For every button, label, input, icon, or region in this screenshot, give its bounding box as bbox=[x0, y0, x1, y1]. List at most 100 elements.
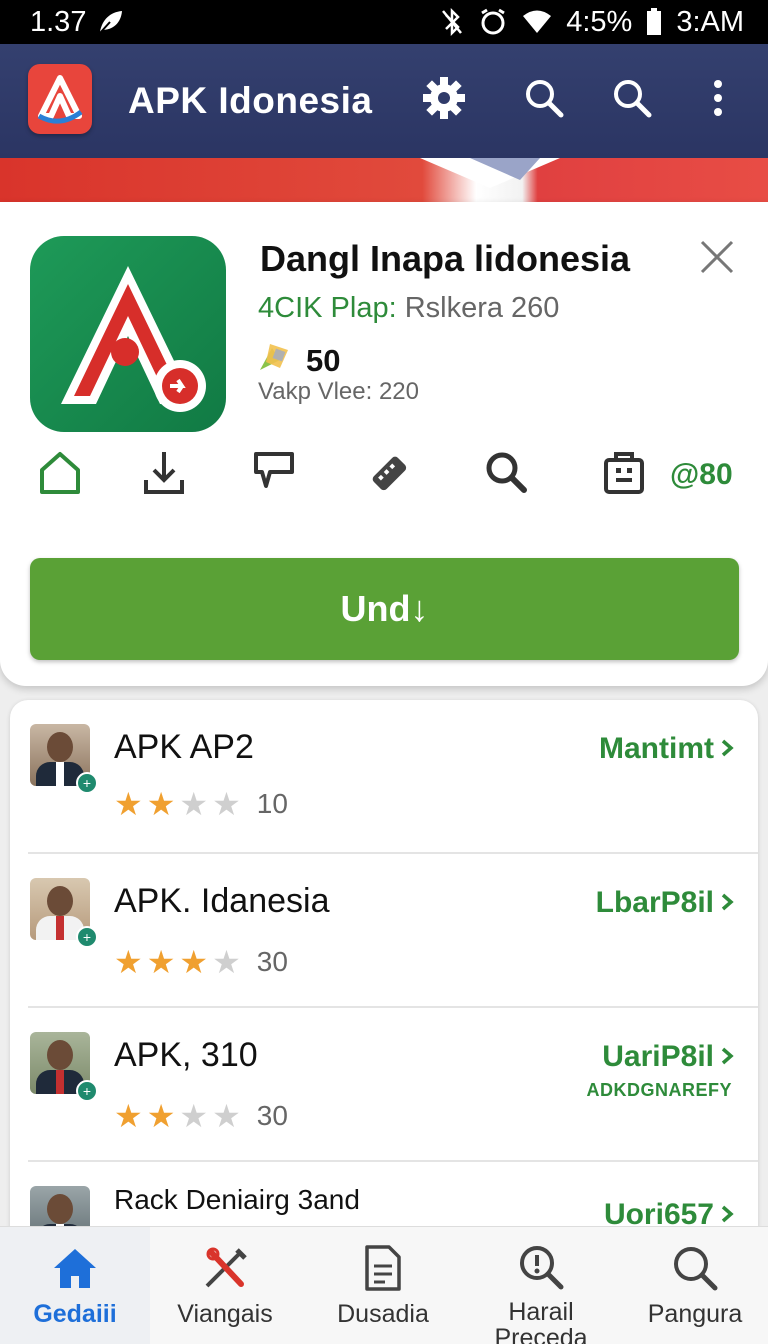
home-action[interactable] bbox=[32, 446, 88, 502]
star-icon: ★ bbox=[179, 944, 209, 980]
nav-item-tools[interactable]: Viangais bbox=[150, 1227, 300, 1344]
star-rating: ★ ★ ★ ★ 10 bbox=[114, 788, 288, 820]
usb-action[interactable] bbox=[360, 446, 416, 502]
bluetooth-off-icon bbox=[440, 8, 464, 36]
app-logo[interactable] bbox=[28, 64, 92, 134]
search-icon bbox=[670, 1243, 720, 1293]
developer-name[interactable]: 4CIK Plap: bbox=[258, 292, 397, 324]
rating-badge-icon bbox=[258, 340, 292, 382]
list-item-title: APK AP2 bbox=[114, 728, 254, 766]
comment-icon bbox=[252, 448, 296, 501]
nav-item-search[interactable]: Pangura bbox=[620, 1227, 768, 1344]
action-count[interactable]: @80 bbox=[670, 458, 733, 492]
list-item-title: APK, 310 bbox=[114, 1036, 258, 1074]
wifi-icon bbox=[522, 9, 552, 35]
list-item-action[interactable]: UariP8il bbox=[602, 1040, 734, 1074]
nav-label: Gedaiii bbox=[33, 1300, 117, 1328]
screen: 1.37 4:5% 3:AM APK Idonesia Dangl Inapa … bbox=[0, 0, 768, 1344]
nav-item-search-info[interactable]: Harail Preceda bbox=[466, 1227, 616, 1344]
nav-label: Viangais bbox=[177, 1300, 273, 1328]
rating-count: 10 bbox=[256, 788, 288, 819]
bag-icon bbox=[602, 448, 646, 501]
star-icon: ★ bbox=[212, 1098, 241, 1134]
home-icon bbox=[50, 1243, 100, 1293]
status-clock: 3:AM bbox=[676, 5, 744, 38]
chevron-right-icon bbox=[720, 886, 734, 920]
chevron-right-icon bbox=[720, 1040, 734, 1074]
nav-label: Dusadia bbox=[337, 1300, 429, 1328]
star-icon: ★ bbox=[146, 1098, 176, 1134]
list-item[interactable]: + APK, 310 ★ ★ ★ ★ 30 UariP8il ADKDGNARE… bbox=[10, 1008, 758, 1162]
overflow-menu-button[interactable] bbox=[694, 76, 742, 124]
settings-button[interactable] bbox=[420, 76, 468, 124]
home-icon bbox=[36, 448, 84, 501]
star-icon: ★ bbox=[212, 786, 241, 822]
star-icon: ★ bbox=[114, 1098, 143, 1134]
rating-value: 50 bbox=[306, 343, 341, 378]
search-info-icon bbox=[516, 1243, 566, 1291]
more-vert-icon bbox=[712, 78, 724, 123]
list-item-action-label: Mantimt bbox=[599, 732, 714, 765]
rating-count: 30 bbox=[256, 1100, 288, 1131]
tools-icon bbox=[200, 1243, 250, 1293]
alarm-icon bbox=[478, 7, 508, 37]
list-item-action-label: LbarP8il bbox=[595, 886, 714, 919]
status-time: 1.37 bbox=[30, 5, 87, 38]
nav-item-home[interactable]: Gedaiii bbox=[0, 1227, 150, 1344]
settings-icon bbox=[421, 75, 467, 126]
list-item[interactable]: + APK AP2 ★ ★ ★ ★ 10 Mantimt bbox=[10, 700, 758, 854]
list-item[interactable]: + APK. Idanesia ★ ★ ★ ★ 30 LbarP8il bbox=[10, 854, 758, 1008]
app-meta: Vakp Vlee: 220 bbox=[258, 378, 420, 405]
battery-percent: 4:5% bbox=[566, 5, 633, 38]
list-item-action[interactable]: LbarP8il bbox=[596, 886, 734, 920]
star-icon: ★ bbox=[179, 1098, 209, 1134]
app-detail-title: Dangl Inapa lidonesia bbox=[260, 238, 631, 279]
star-icon: ★ bbox=[146, 786, 176, 822]
app-title: APK Idonesia bbox=[128, 80, 373, 121]
search-action[interactable] bbox=[478, 446, 534, 502]
search-icon bbox=[484, 450, 528, 499]
list-item-title: APK. Idanesia bbox=[114, 882, 330, 920]
nav-item-documents[interactable]: Dusadia bbox=[308, 1227, 458, 1344]
bag-action[interactable] bbox=[596, 446, 652, 502]
star-icon: ★ bbox=[179, 786, 209, 822]
avatar: + bbox=[30, 724, 98, 794]
star-icon: ★ bbox=[114, 786, 143, 822]
comment-action[interactable] bbox=[246, 446, 302, 502]
app-developer: 4CIK Plap: Rslkera 260 bbox=[258, 292, 559, 325]
download-action[interactable] bbox=[136, 446, 192, 502]
app-bar: APK Idonesia bbox=[0, 44, 768, 158]
developer-extra: Rslkera 260 bbox=[396, 292, 560, 324]
nav-label: Harail Preceda bbox=[494, 1298, 588, 1344]
avatar: + bbox=[30, 1032, 98, 1102]
list-item-action[interactable]: Mantimt bbox=[599, 732, 734, 766]
list-item-title: Rack Deniairg 3and bbox=[114, 1184, 360, 1215]
app-rating: 50 bbox=[258, 340, 340, 382]
rating-count: 30 bbox=[256, 946, 288, 977]
bottom-navigation: Gedaiii Viangais Dusadia Harail Preceda … bbox=[0, 1226, 768, 1344]
search-button[interactable] bbox=[520, 76, 568, 124]
nav-label: Pangura bbox=[647, 1300, 743, 1328]
list-item-action-label: UariP8il bbox=[602, 1040, 714, 1073]
battery-icon bbox=[646, 8, 662, 36]
close-icon bbox=[699, 239, 735, 280]
install-button[interactable]: Und↓ bbox=[30, 558, 739, 660]
star-icon: ★ bbox=[212, 944, 241, 980]
close-button[interactable] bbox=[694, 236, 740, 282]
avatar: + bbox=[30, 878, 98, 948]
star-rating: ★ ★ ★ ★ 30 bbox=[114, 946, 288, 978]
search-icon bbox=[612, 78, 652, 123]
plus-badge-icon: + bbox=[76, 1080, 98, 1102]
plus-badge-icon: + bbox=[76, 926, 98, 948]
usb-icon bbox=[363, 447, 413, 502]
search-button-2[interactable] bbox=[608, 76, 656, 124]
star-icon: ★ bbox=[114, 944, 143, 980]
app-icon-large bbox=[30, 236, 226, 432]
download-icon bbox=[142, 448, 186, 501]
leaf-icon bbox=[96, 8, 124, 36]
related-apps-list: + APK AP2 ★ ★ ★ ★ 10 Mantimt + APK. Idan… bbox=[10, 700, 758, 1260]
search-icon bbox=[524, 78, 564, 123]
star-icon: ★ bbox=[146, 944, 176, 980]
plus-badge-icon: + bbox=[76, 772, 98, 794]
chevron-right-icon bbox=[720, 732, 734, 766]
